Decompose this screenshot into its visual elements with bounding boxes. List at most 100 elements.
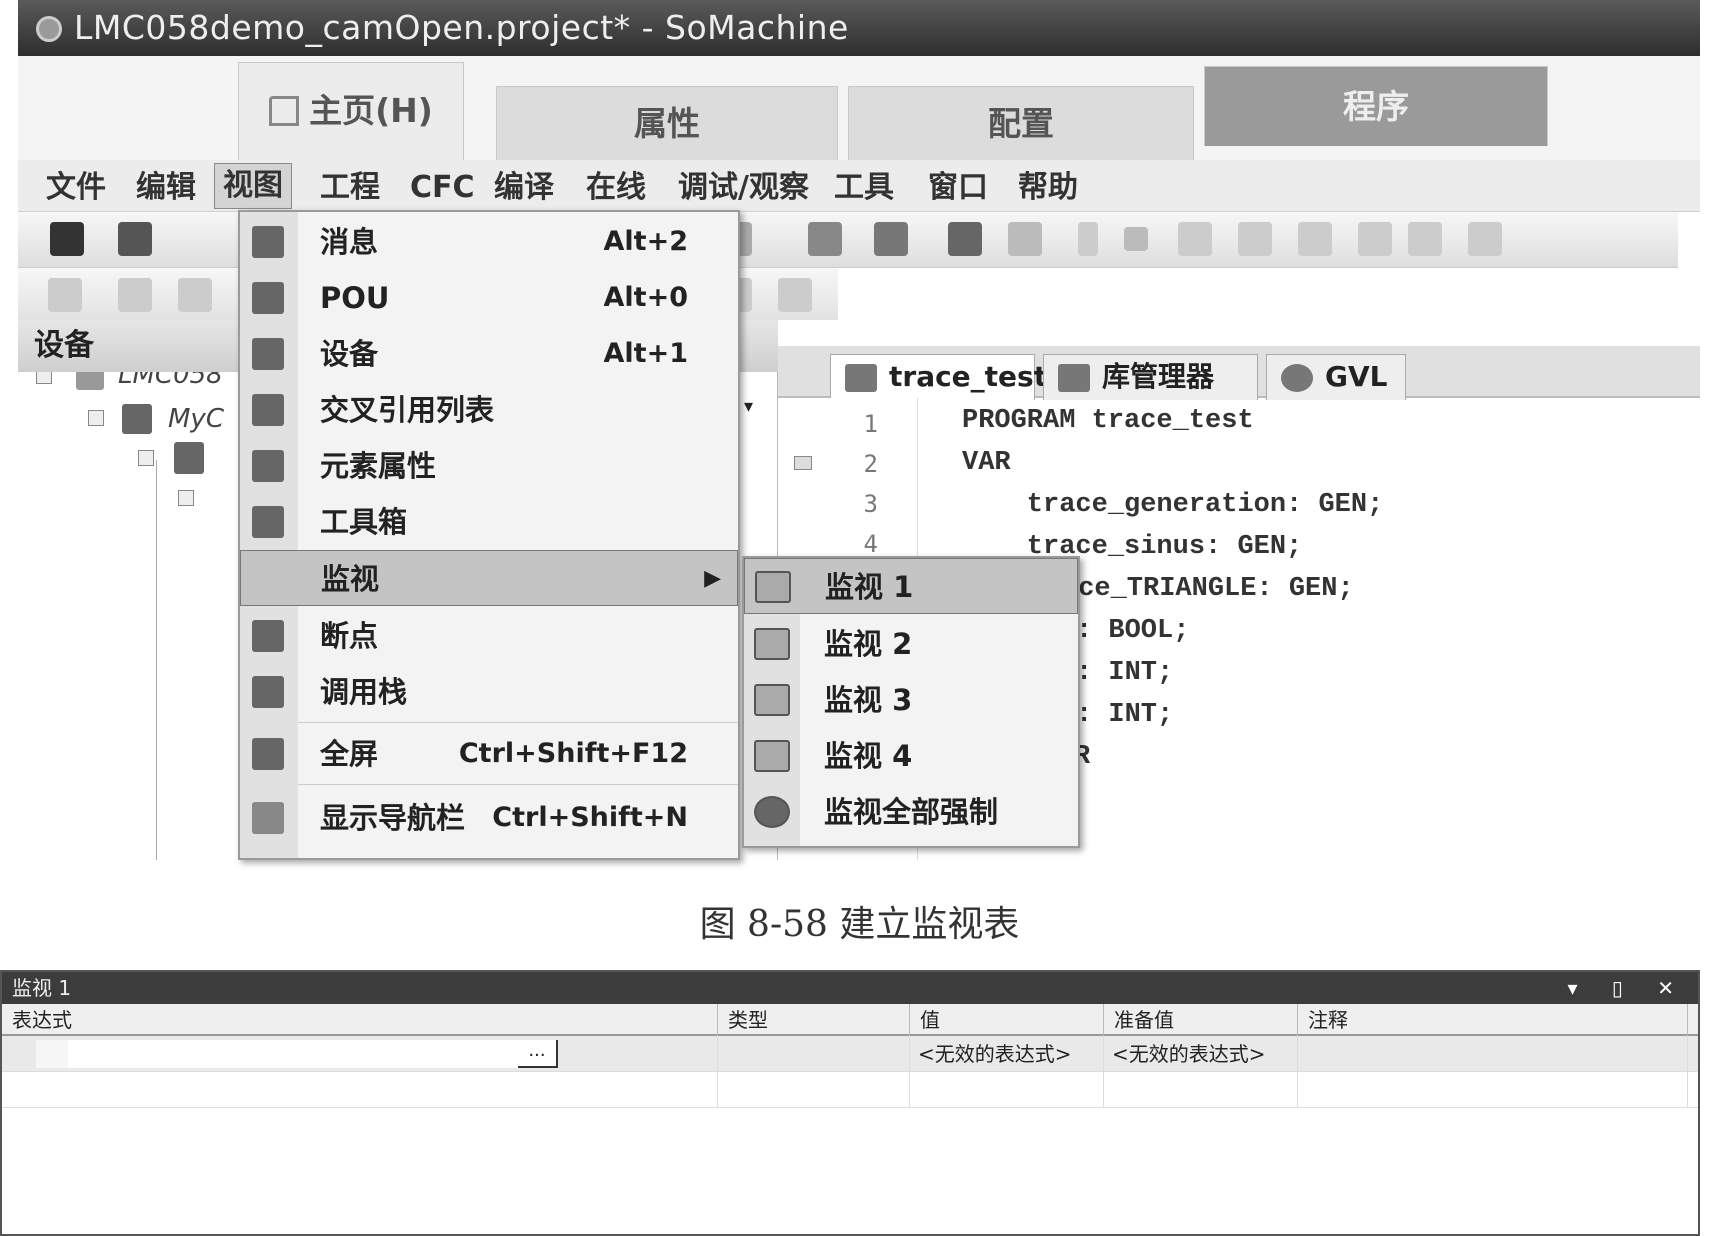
menu-separator: [298, 784, 738, 785]
window-controls[interactable]: ▾ ▯ ✕: [1567, 972, 1688, 1004]
home-icon: [269, 96, 300, 126]
menu-file[interactable]: 文件: [46, 168, 106, 208]
table-row[interactable]: [2, 1072, 1698, 1108]
column-expression[interactable]: 表达式: [2, 1004, 718, 1036]
expression-input[interactable]: [68, 1040, 558, 1068]
browse-button[interactable]: ...: [518, 1040, 558, 1068]
editor-tab-gvl[interactable]: GVL: [1266, 354, 1406, 400]
menu-project[interactable]: 工程: [320, 168, 380, 208]
view-menu-item-element-properties[interactable]: 元素属性: [240, 438, 738, 494]
column-prepared-value[interactable]: 准备值: [1104, 1004, 1298, 1036]
editor-tab-trace-test[interactable]: trace_test: [830, 354, 1047, 400]
menu-view[interactable]: 视图: [214, 163, 292, 209]
save-icon[interactable]: [50, 222, 84, 256]
collapse-icon[interactable]: [794, 456, 812, 470]
tab-home[interactable]: 主页(H): [238, 62, 464, 160]
code-line[interactable]: : INT;: [1076, 700, 1173, 730]
watch-submenu-item-2[interactable]: 监视 2: [744, 616, 1078, 672]
step-out-icon[interactable]: [1298, 222, 1332, 256]
view-menu-item-callstack[interactable]: 调用栈: [240, 664, 738, 720]
menu-window[interactable]: 窗口: [928, 168, 988, 208]
menu-tools[interactable]: 工具: [834, 168, 894, 208]
watch-submenu-item-3[interactable]: 监视 3: [744, 672, 1078, 728]
expand-icon[interactable]: [88, 410, 104, 426]
watch-submenu-item-4[interactable]: 监视 4: [744, 728, 1078, 784]
column-value[interactable]: 值: [910, 1004, 1104, 1036]
menu-debug[interactable]: 调试/观察: [678, 168, 809, 208]
menu-cfc[interactable]: CFC: [410, 168, 475, 208]
view-menu-item-fullscreen[interactable]: 全屏 Ctrl+Shift+F12: [240, 726, 738, 782]
expression-cell[interactable]: [2, 1072, 718, 1108]
view-menu-item-watch[interactable]: 监视 ▶: [240, 550, 738, 606]
code-line[interactable]: : INT;: [1076, 658, 1173, 688]
value-cell: <无效的表达式>: [910, 1036, 1104, 1072]
tab-program[interactable]: 程序: [1204, 66, 1548, 146]
column-comment[interactable]: 注释: [1298, 1004, 1688, 1036]
tree-line: [156, 460, 157, 860]
view-menu-item-pou[interactable]: POU Alt+0: [240, 270, 738, 326]
breakpoint-toggle-icon[interactable]: [1408, 222, 1442, 256]
watch-list-icon: [754, 740, 790, 772]
view-menu-item-crossref[interactable]: 交叉引用列表: [240, 382, 738, 438]
run-to-cursor-icon[interactable]: [1358, 222, 1392, 256]
prepared-value-cell[interactable]: [1104, 1072, 1298, 1108]
ribbon: 主页(H) 属性 配置 程序: [18, 56, 1700, 160]
comment-cell[interactable]: [1298, 1072, 1688, 1108]
tab-config[interactable]: 配置: [848, 86, 1194, 160]
watch-submenu-item-all-forced[interactable]: 监视全部强制: [744, 784, 1078, 840]
view-menu-item-toolbox[interactable]: 工具箱: [240, 494, 738, 550]
expression-cell[interactable]: ...: [2, 1036, 718, 1072]
menu-online[interactable]: 在线: [586, 168, 646, 208]
pou-icon: [252, 282, 284, 314]
code-line[interactable]: VAR: [962, 448, 1011, 478]
print-icon[interactable]: [118, 222, 152, 256]
view-menu-item-breakpoints[interactable]: 断点: [240, 608, 738, 664]
code-line[interactable]: ace_TRIANGLE: GEN;: [1062, 574, 1354, 604]
watch-submenu-item-1[interactable]: 监视 1: [744, 558, 1078, 614]
comment-cell[interactable]: [1298, 1036, 1688, 1072]
toolbar-more-icon[interactable]: [1468, 222, 1502, 256]
page-icon[interactable]: [808, 222, 842, 256]
prepared-value-cell[interactable]: <无效的表达式>: [1104, 1036, 1298, 1072]
tab-properties[interactable]: 属性: [496, 86, 838, 160]
menu-build[interactable]: 编译: [494, 168, 554, 208]
step-into-icon[interactable]: [1238, 222, 1272, 256]
login-icon[interactable]: [948, 222, 982, 256]
type-cell: [718, 1036, 910, 1072]
expand-icon[interactable]: [138, 450, 154, 466]
line-number: 1: [863, 410, 878, 438]
build-icon[interactable]: [874, 222, 908, 256]
watch-icon: [253, 563, 285, 595]
line-number: 3: [863, 490, 878, 518]
submenu-arrow-icon: ▶: [704, 566, 721, 591]
controller-icon: [122, 404, 152, 434]
step-icon[interactable]: [1178, 222, 1212, 256]
expand-icon[interactable]: [178, 490, 194, 506]
logout-icon[interactable]: [1008, 222, 1042, 256]
cfc-output-icon[interactable]: [118, 278, 152, 312]
cfc-input-icon[interactable]: [48, 278, 82, 312]
watch-list-icon: [755, 571, 791, 603]
code-line[interactable]: trace_generation: GEN;: [962, 490, 1383, 520]
menu-help[interactable]: 帮助: [1018, 168, 1078, 208]
stop-icon[interactable]: [1124, 227, 1148, 251]
column-type[interactable]: 类型: [718, 1004, 910, 1036]
view-menu-item-navbar[interactable]: 显示导航栏 Ctrl+Shift+N: [240, 790, 738, 846]
editor-tab-library-manager[interactable]: 库管理器: [1043, 354, 1258, 400]
code-line[interactable]: PROGRAM trace_test: [962, 406, 1254, 436]
view-menu-item-messages[interactable]: 消息 Alt+2: [240, 214, 738, 270]
cfc-return-icon[interactable]: [778, 278, 812, 312]
table-row[interactable]: ... <无效的表达式> <无效的表达式>: [2, 1036, 1698, 1072]
menu-edit[interactable]: 编辑: [136, 168, 196, 208]
cfc-box-icon[interactable]: [178, 278, 212, 312]
editor-tabstrip: trace_test 库管理器 GVL: [778, 346, 1700, 400]
globe-icon: [1281, 364, 1313, 392]
menu-separator: [298, 722, 738, 723]
dropdown-arrow-icon[interactable]: ▾: [744, 396, 762, 420]
watch-table-header: 表达式 类型 值 准备值 注释: [2, 1004, 1698, 1036]
view-menu-item-devices[interactable]: 设备 Alt+1: [240, 326, 738, 382]
tree-item-myc[interactable]: MyC: [168, 404, 224, 434]
window-title: LMC058demo_camOpen.project* - SoMachine: [74, 8, 849, 47]
code-line[interactable]: : BOOL;: [1076, 616, 1189, 646]
run-icon[interactable]: [1078, 222, 1098, 256]
